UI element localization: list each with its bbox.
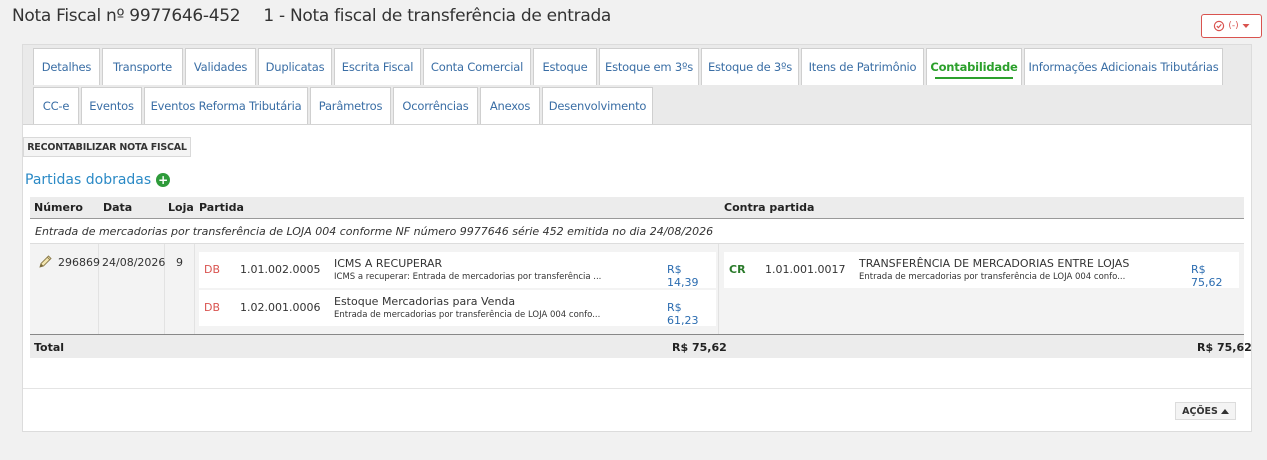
line-value: R$ 14,39 [667, 263, 699, 289]
tab-validades[interactable]: Validades [185, 48, 256, 85]
account-code: 1.02.001.0006 [240, 301, 321, 314]
page-title: Nota Fiscal nº 9977646-452 1 - Nota fisc… [12, 6, 611, 26]
account-name: ICMS A RECUPERAR [334, 257, 443, 270]
tab-contabilidade[interactable]: Contabilidade [926, 48, 1022, 85]
col-loja: Loja [168, 201, 194, 214]
tab-estoque-de-terceiros[interactable]: Estoque de 3ºs [701, 48, 799, 85]
acoes-label: AÇÕES [1182, 405, 1218, 417]
tab-conta-comercial[interactable]: Conta Comercial [423, 48, 531, 85]
line-history: Entrada de mercadorias por transferência… [334, 310, 601, 320]
tab-escrita-fiscal[interactable]: Escrita Fiscal [334, 48, 421, 85]
column-divider [194, 244, 195, 334]
total-row: Total R$ 75,62 R$ 75,62 [30, 334, 1252, 358]
credit-line: CR 1.01.001.0017 TRANSFERÊNCIA DE MERCAD… [724, 252, 1239, 289]
caret-down-icon [1242, 23, 1250, 29]
main-panel: Detalhes Transporte Validades Duplicatas… [22, 44, 1252, 432]
debit-line: DB 1.02.001.0006 Estoque Mercadorias par… [199, 290, 716, 327]
invoice-type: 1 - Nota fiscal de transferência de entr… [263, 6, 612, 26]
tab-itens-de-patrimonio[interactable]: Itens de Patrimônio [801, 48, 924, 85]
tab-informacoes-adicionais-tributarias[interactable]: Informações Adicionais Tributárias [1024, 48, 1223, 85]
col-partida: Partida [199, 201, 244, 214]
total-label: Total [34, 341, 65, 354]
total-partida: R$ 75,62 [672, 341, 727, 354]
dc-indicator: DB [204, 301, 221, 314]
dc-indicator: CR [729, 263, 746, 276]
tab-ocorrencias[interactable]: Ocorrências [393, 87, 478, 124]
total-contra-partida: R$ 75,62 [1197, 341, 1252, 354]
invoice-number: Nota Fiscal nº 9977646-452 [12, 6, 241, 26]
tab-estoque-em-terceiros[interactable]: Estoque em 3ºs [599, 48, 699, 85]
tab-cc-e[interactable]: CC-e [33, 87, 79, 124]
account-name: Estoque Mercadorias para Venda [334, 295, 516, 308]
pencil-icon[interactable] [38, 254, 53, 272]
entry-description: Entrada de mercadorias por transferência… [35, 225, 714, 238]
tab-transporte[interactable]: Transporte [102, 48, 183, 85]
tab-duplicatas[interactable]: Duplicatas [258, 48, 332, 85]
line-history: ICMS a recuperar: Entrada de mercadorias… [334, 272, 602, 282]
debit-line: DB 1.01.002.0005 ICMS A RECUPERAR ICMS a… [199, 252, 716, 289]
acoes-button[interactable]: AÇÕES [1175, 402, 1236, 420]
account-code: 1.01.002.0005 [240, 263, 321, 276]
dc-indicator: DB [204, 263, 221, 276]
col-data: Data [103, 201, 133, 214]
caret-up-icon [1220, 408, 1229, 414]
table-header: Número Data Loja Partida Contra partida [30, 197, 1244, 219]
entry-description-row: Entrada de mercadorias por transferência… [30, 219, 1244, 243]
double-entries-table: Número Data Loja Partida Contra partida … [30, 197, 1252, 358]
account-code: 1.01.001.0017 [765, 263, 846, 276]
entry-number: 296869 [58, 256, 100, 269]
entry-date: 24/08/2026 [102, 256, 166, 269]
status-label: (-) [1228, 21, 1239, 31]
section-title: Partidas dobradas + [25, 172, 171, 188]
footer-divider [23, 388, 1251, 389]
tab-parametros[interactable]: Parâmetros [310, 87, 391, 124]
line-history: Entrada de mercadorias por transferência… [859, 272, 1126, 282]
recontabilizar-button[interactable]: RECONTABILIZAR NOTA FISCAL [23, 137, 191, 157]
account-name: TRANSFERÊNCIA DE MERCADORIAS ENTRE LOJAS [859, 257, 1130, 270]
tab-eventos[interactable]: Eventos [81, 87, 142, 124]
tab-eventos-reforma-tributaria[interactable]: Eventos Reforma Tributária [144, 87, 308, 124]
col-numero: Número [34, 201, 83, 214]
check-circle-icon [1213, 20, 1225, 32]
plus-circle-icon[interactable]: + [156, 173, 171, 187]
tab-anexos[interactable]: Anexos [480, 87, 540, 124]
status-dropdown-button[interactable]: (-) [1201, 14, 1262, 38]
col-contra-partida: Contra partida [724, 201, 815, 214]
entry-store: 9 [176, 256, 183, 269]
tab-estoque[interactable]: Estoque [533, 48, 597, 85]
tab-desenvolvimento[interactable]: Desenvolvimento [542, 87, 653, 124]
line-value: R$ 75,62 [1191, 263, 1223, 289]
section-title-text: Partidas dobradas [25, 172, 152, 188]
tab-bar: Detalhes Transporte Validades Duplicatas… [23, 45, 1251, 125]
table-row: 296869 24/08/2026 9 DB 1.01.002.0005 ICM… [30, 243, 1244, 334]
tab-detalhes[interactable]: Detalhes [33, 48, 100, 85]
column-divider [718, 244, 719, 334]
line-value: R$ 61,23 [667, 301, 699, 327]
